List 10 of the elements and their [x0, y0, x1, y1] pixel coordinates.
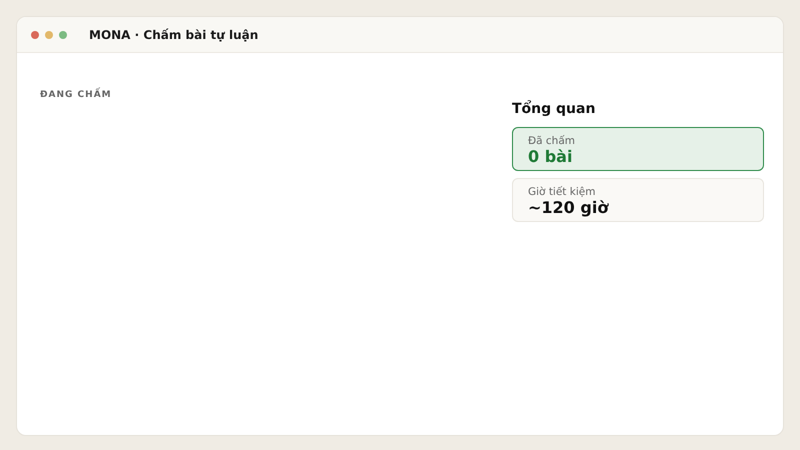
stat-value: 0 bài: [528, 147, 574, 166]
close-icon[interactable]: [31, 30, 39, 38]
section-label: ĐANG CHẤM: [40, 90, 112, 100]
stat-value: ~120 giờ: [528, 198, 610, 217]
maximize-icon[interactable]: [59, 30, 67, 38]
window-title: MONA · Chấm bài tự luận: [89, 28, 258, 42]
minimize-icon[interactable]: [45, 30, 53, 38]
stat-label: Đã chấm: [528, 135, 576, 147]
overview-heading: Tổng quan: [512, 101, 596, 117]
stat-label: Giờ tiết kiệm: [528, 186, 596, 198]
